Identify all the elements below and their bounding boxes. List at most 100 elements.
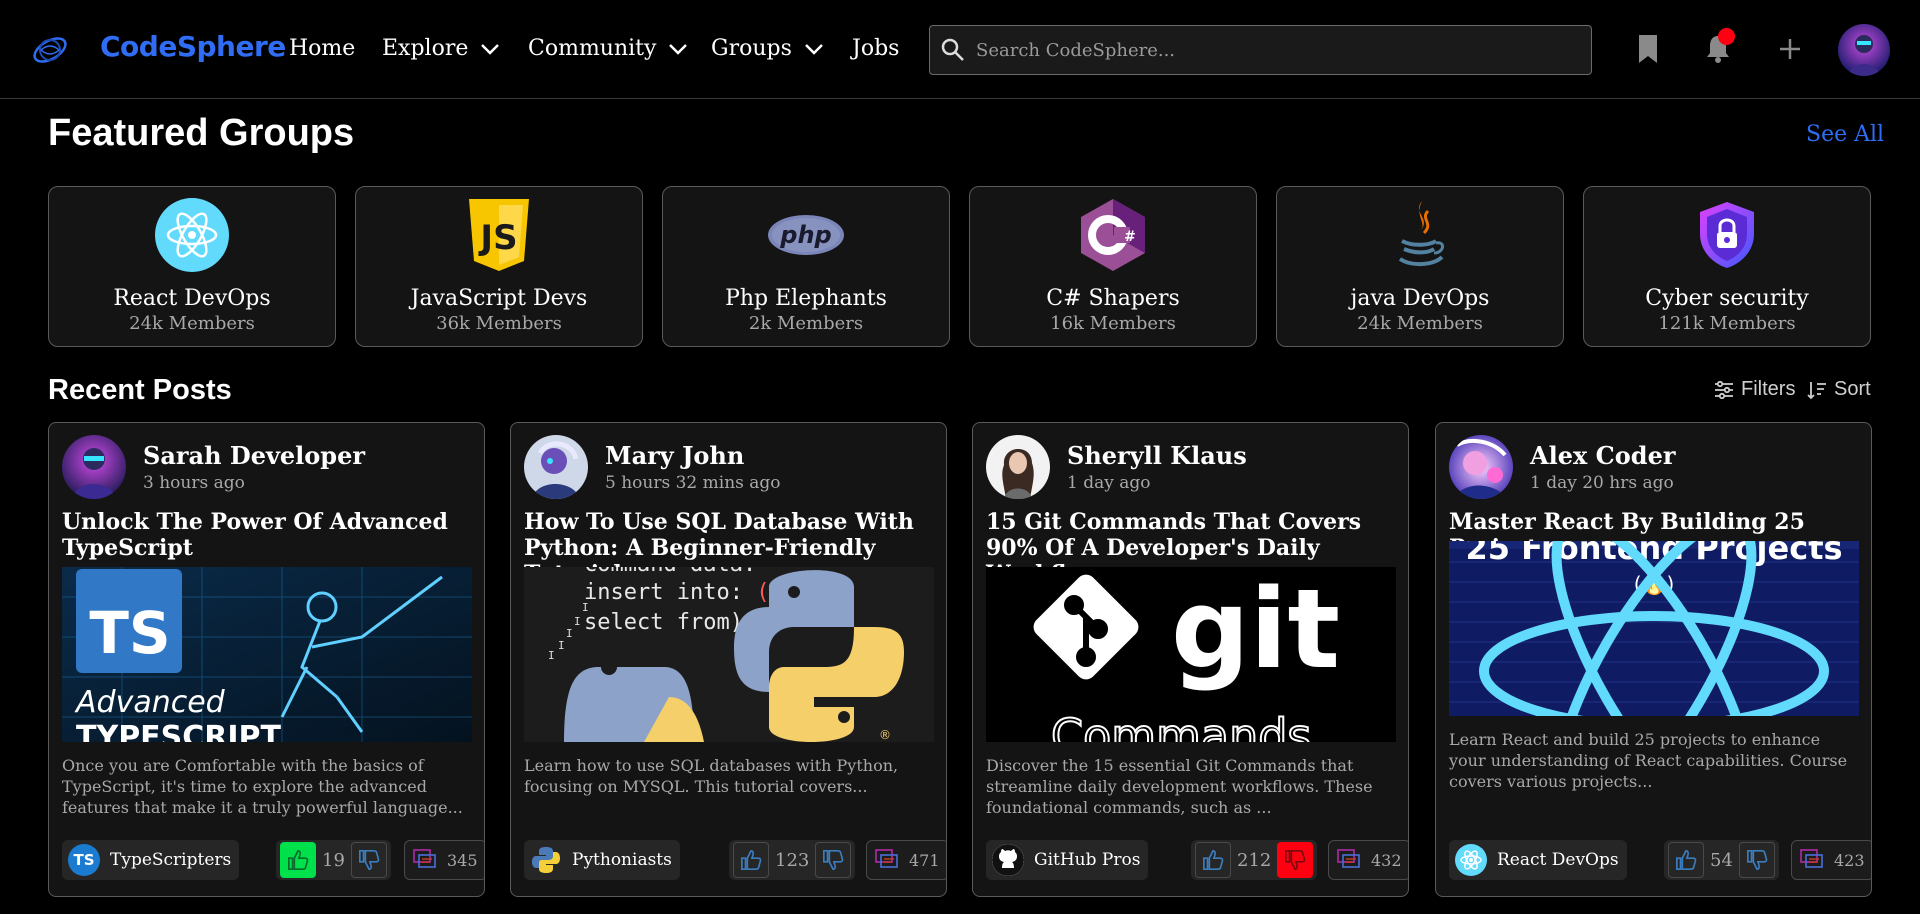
featured-groups-title: Featured Groups [48, 112, 355, 154]
svg-text:I: I [558, 639, 565, 652]
upvote-button[interactable] [1668, 842, 1704, 878]
post-image[interactable]: git Commands [986, 567, 1396, 742]
post-image[interactable]: TS Advanced TYPESCRIPT [62, 567, 472, 742]
python-icon [530, 844, 562, 876]
group-name: C# Shapers [1046, 286, 1180, 311]
post-author[interactable]: Alex Coder [1530, 441, 1675, 470]
typescript-icon: TS [68, 844, 100, 876]
sort-icon [1807, 381, 1826, 399]
chevron-down-icon [805, 43, 823, 55]
downvote-button[interactable] [350, 842, 387, 878]
nav-home[interactable]: Home [289, 36, 355, 61]
nav-explore[interactable]: Explore [382, 36, 502, 61]
group-card[interactable]: # C# Shapers 16k Members [969, 186, 1257, 347]
group-card[interactable]: java DevOps 24k Members [1276, 186, 1564, 347]
group-card[interactable]: JS JavaScript Devs 36k Members [355, 186, 643, 347]
svg-text:Advanced: Advanced [74, 685, 226, 720]
svg-text:I: I [582, 601, 589, 614]
avatar[interactable] [1838, 24, 1890, 76]
post-group-tag[interactable]: GitHub Pros [986, 840, 1149, 880]
upvote-button[interactable] [1195, 842, 1231, 878]
search-bar[interactable] [929, 25, 1592, 75]
search-input[interactable] [976, 39, 1556, 61]
upvote-button[interactable] [280, 842, 316, 878]
post-card[interactable]: Alex Coder 1 day 20 hrs ago Master React… [1435, 422, 1872, 897]
svg-text:select from): select from) [584, 610, 743, 635]
thumbs-up-icon [741, 850, 762, 870]
plus-icon[interactable] [1774, 32, 1806, 66]
comment-count: 423 [1834, 850, 1865, 870]
svg-text:I: I [574, 615, 581, 628]
recent-posts-title: Recent Posts [48, 374, 232, 406]
post-excerpt: Once you are Comfortable with the basics… [62, 756, 463, 817]
post-author[interactable]: Sheryll Klaus [1067, 441, 1247, 470]
group-members: 36k Members [436, 313, 562, 334]
avatar[interactable] [62, 435, 126, 499]
vote-controls: 212 [1191, 840, 1318, 880]
see-all-link[interactable]: See All [1806, 122, 1884, 147]
post-image[interactable]: command data:insert into: (ithselect fro… [524, 567, 934, 742]
comments-button[interactable]: 345 [404, 840, 484, 880]
logo-icon[interactable] [30, 30, 70, 70]
upvote-count: 19 [322, 849, 345, 871]
post-image[interactable]: 25 Frontend Projects (🔥) [1449, 541, 1859, 716]
downvote-button[interactable] [1277, 842, 1314, 878]
top-navbar: CodeSphere Home Explore Community Groups… [0, 0, 1920, 99]
post-card[interactable]: Mary John 5 hours 32 mins ago How To Use… [510, 422, 947, 897]
nav-groups-label: Groups [711, 36, 792, 61]
post-time: 1 day 20 hrs ago [1530, 473, 1674, 493]
nav-jobs[interactable]: Jobs [852, 36, 899, 61]
post-time: 1 day ago [1067, 473, 1151, 493]
thumbs-up-icon [1203, 850, 1224, 870]
group-card[interactable]: php Php Elephants 2k Members [662, 186, 950, 347]
svg-text:25 Frontend Projects: 25 Frontend Projects [1465, 541, 1842, 567]
ts-badge: TS [89, 599, 170, 667]
nav-groups[interactable]: Groups [711, 36, 826, 61]
post-author[interactable]: Mary John [605, 441, 744, 470]
upvote-button[interactable] [733, 842, 769, 878]
filters-button[interactable]: Filters [1713, 378, 1795, 401]
downvote-button[interactable] [1738, 842, 1775, 878]
post-group-tag[interactable]: TS TypeScripters [62, 840, 240, 880]
sort-button[interactable]: Sort [1806, 378, 1871, 401]
brand-name[interactable]: CodeSphere [100, 30, 286, 63]
thumbs-down-icon [358, 850, 380, 870]
comment-count: 432 [1371, 850, 1402, 870]
nav-community[interactable]: Community [528, 36, 690, 61]
java-icon [1380, 197, 1460, 273]
group-members: 16k Members [1050, 313, 1176, 334]
post-card[interactable]: Sheryll Klaus 1 day ago 15 Git Commands … [972, 422, 1409, 897]
comments-button[interactable]: 432 [1328, 840, 1408, 880]
post-group-tag[interactable]: Pythoniasts [524, 840, 680, 880]
bookmark-icon[interactable] [1632, 32, 1664, 66]
post-title[interactable]: Unlock The Power Of Advanced TypeScript [62, 509, 472, 561]
upvote-count: 212 [1237, 849, 1272, 871]
post-card[interactable]: Sarah Developer 3 hours ago Unlock The P… [48, 422, 485, 897]
svg-text:I: I [548, 649, 555, 662]
filters-label: Filters [1741, 378, 1796, 400]
vote-controls: 19 [276, 840, 391, 880]
comments-button[interactable]: 423 [1791, 840, 1871, 880]
vote-controls: 54 [1664, 840, 1779, 880]
comment-count: 471 [909, 850, 940, 870]
downvote-button[interactable] [815, 842, 852, 878]
nav-jobs-label: Jobs [852, 36, 900, 61]
post-time: 5 hours 32 mins ago [605, 473, 781, 493]
github-icon [992, 844, 1024, 876]
post-author[interactable]: Sarah Developer [143, 441, 365, 470]
group-card[interactable]: React DevOps 24k Members [48, 186, 336, 347]
group-members: 24k Members [129, 313, 255, 334]
group-name: Php Elephants [725, 286, 887, 311]
comments-button[interactable]: 471 [866, 840, 946, 880]
nav-explore-label: Explore [382, 36, 469, 61]
js-icon: JS [459, 197, 539, 273]
post-excerpt: Learn React and build 25 projects to enh… [1449, 730, 1848, 791]
svg-text:TYPESCRIPT: TYPESCRIPT [76, 720, 282, 742]
group-name: Cyber security [1645, 286, 1809, 311]
thumbs-down-icon [1746, 850, 1768, 870]
avatar[interactable] [1449, 435, 1513, 499]
avatar[interactable] [524, 435, 588, 499]
avatar[interactable] [986, 435, 1050, 499]
post-group-tag[interactable]: React DevOps [1449, 840, 1627, 880]
group-card[interactable]: Cyber security 121k Members [1583, 186, 1871, 347]
